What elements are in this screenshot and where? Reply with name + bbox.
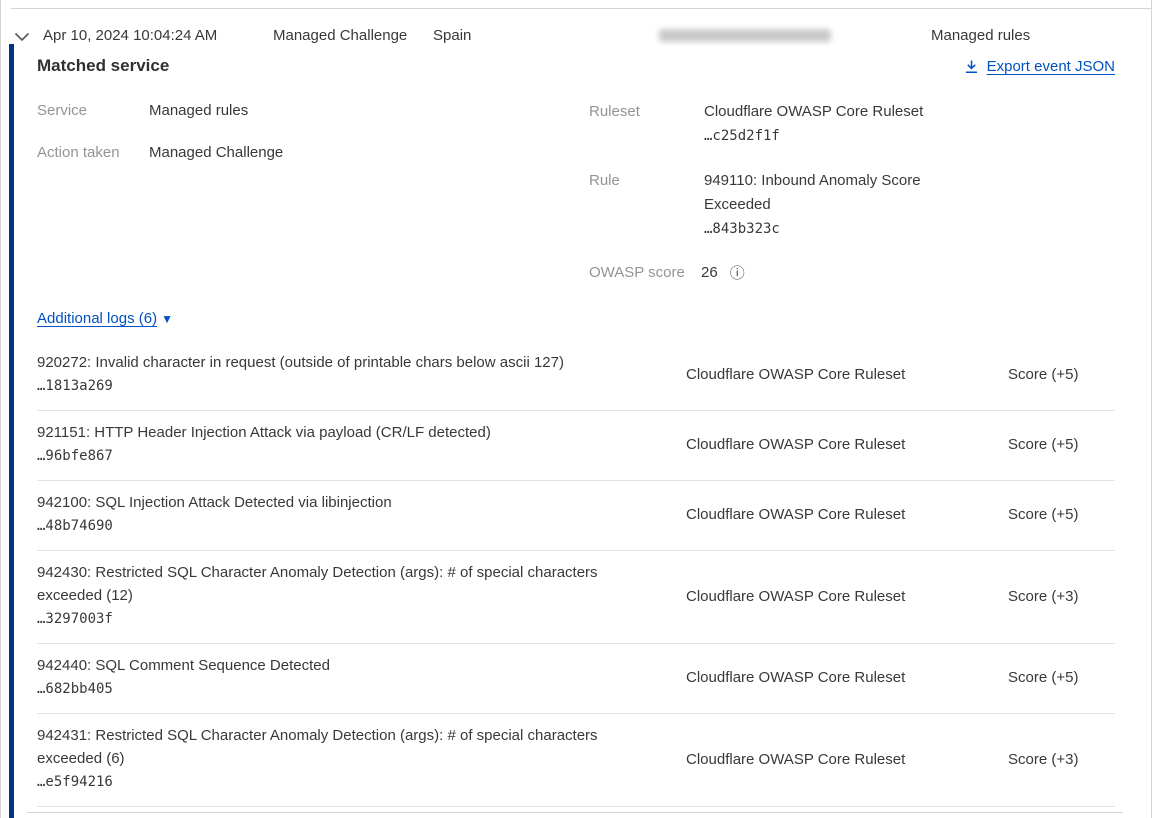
field-label: Rule bbox=[589, 169, 704, 241]
log-ruleset: Cloudflare OWASP Core Ruleset bbox=[686, 366, 1008, 383]
rule-name: 949110: Inbound Anomaly Score Exceeded bbox=[704, 169, 952, 217]
field-action-taken: Action taken Managed Challenge bbox=[37, 142, 457, 164]
service-fields: Service Managed rules Action taken Manag… bbox=[37, 100, 457, 184]
expanded-row-accent-bar bbox=[9, 44, 14, 818]
export-link-label: Export event JSON bbox=[987, 58, 1115, 75]
log-description-cell: 921151: HTTP Header Injection Attack via… bbox=[37, 421, 686, 468]
log-hash: …96bfe867 bbox=[37, 444, 624, 468]
log-score: Score (+5) bbox=[1008, 436, 1115, 453]
log-row: 921151: HTTP Header Injection Attack via… bbox=[37, 411, 1115, 481]
event-action: Managed Challenge bbox=[273, 27, 407, 44]
log-description: 942430: Restricted SQL Character Anomaly… bbox=[37, 561, 624, 607]
additional-logs-list: 920272: Invalid character in request (ou… bbox=[37, 341, 1115, 807]
log-description-cell: 920272: Invalid character in request (ou… bbox=[37, 351, 686, 398]
additional-logs-toggle[interactable]: Additional logs (6) ▼ bbox=[37, 310, 173, 327]
log-score: Score (+5) bbox=[1008, 669, 1115, 686]
field-label: Action taken bbox=[37, 142, 149, 164]
event-country: Spain bbox=[433, 27, 471, 44]
log-description-cell: 942100: SQL Injection Attack Detected vi… bbox=[37, 491, 686, 538]
owasp-score-value: 26 bbox=[701, 262, 718, 284]
log-score: Score (+5) bbox=[1008, 366, 1115, 383]
field-value: 949110: Inbound Anomaly Score Exceeded …… bbox=[704, 169, 952, 241]
event-row-header[interactable]: Apr 10, 2024 10:04:24 AM Managed Challen… bbox=[1, 9, 1151, 44]
log-ruleset: Cloudflare OWASP Core Ruleset bbox=[686, 751, 1008, 768]
log-description: 942440: SQL Comment Sequence Detected bbox=[37, 654, 624, 677]
log-description: 942431: Restricted SQL Character Anomaly… bbox=[37, 724, 624, 770]
log-row: 942431: Restricted SQL Character Anomaly… bbox=[37, 714, 1115, 807]
rule-hash: …843b323c bbox=[704, 217, 952, 241]
additional-logs-label: Additional logs (6) bbox=[37, 310, 157, 327]
log-hash: …48b74690 bbox=[37, 514, 624, 538]
log-description-cell: 942431: Restricted SQL Character Anomaly… bbox=[37, 724, 686, 794]
log-hash: …682bb405 bbox=[37, 677, 624, 701]
log-score: Score (+3) bbox=[1008, 751, 1115, 768]
info-icon[interactable]: ⓘ bbox=[730, 266, 745, 281]
log-ruleset: Cloudflare OWASP Core Ruleset bbox=[686, 669, 1008, 686]
log-ruleset: Cloudflare OWASP Core Ruleset bbox=[686, 436, 1008, 453]
log-hash: …3297003f bbox=[37, 607, 624, 631]
field-value: Managed Challenge bbox=[149, 142, 283, 164]
caret-down-icon: ▼ bbox=[161, 312, 173, 326]
log-hash: …1813a269 bbox=[37, 374, 624, 398]
event-expanded-panel: Apr 10, 2024 10:04:24 AM Managed Challen… bbox=[0, 0, 1152, 818]
log-score: Score (+3) bbox=[1008, 588, 1115, 605]
log-ruleset: Cloudflare OWASP Core Ruleset bbox=[686, 506, 1008, 523]
ruleset-hash: …c25d2f1f bbox=[704, 124, 952, 148]
chevron-down-icon[interactable] bbox=[14, 29, 30, 39]
field-value: Managed rules bbox=[149, 100, 248, 122]
field-ruleset: Ruleset Cloudflare OWASP Core Ruleset …c… bbox=[589, 100, 1009, 148]
log-score: Score (+5) bbox=[1008, 506, 1115, 523]
rule-fields: Ruleset Cloudflare OWASP Core Ruleset …c… bbox=[589, 100, 1009, 284]
field-label: Service bbox=[37, 100, 149, 122]
log-row: 942100: SQL Injection Attack Detected vi… bbox=[37, 481, 1115, 551]
log-row: 920272: Invalid character in request (ou… bbox=[37, 341, 1115, 411]
field-rule: Rule 949110: Inbound Anomaly Score Excee… bbox=[589, 169, 1009, 241]
row-bottom-border bbox=[27, 812, 1123, 813]
event-timestamp: Apr 10, 2024 10:04:24 AM bbox=[43, 27, 217, 44]
log-description-cell: 942440: SQL Comment Sequence Detected …6… bbox=[37, 654, 686, 701]
field-owasp-score: OWASP score 26 ⓘ bbox=[589, 262, 1009, 284]
redacted-value-blur bbox=[659, 29, 831, 42]
log-description-cell: 942430: Restricted SQL Character Anomaly… bbox=[37, 561, 686, 631]
field-label: OWASP score bbox=[589, 262, 701, 284]
log-description: 942100: SQL Injection Attack Detected vi… bbox=[37, 491, 624, 514]
field-value: Cloudflare OWASP Core Ruleset …c25d2f1f bbox=[704, 100, 952, 148]
log-row: 942440: SQL Comment Sequence Detected …6… bbox=[37, 644, 1115, 714]
field-label: Ruleset bbox=[589, 100, 704, 148]
matched-service-header: Matched service Export event JSON bbox=[37, 56, 1115, 80]
field-service: Service Managed rules bbox=[37, 100, 457, 122]
section-title: Matched service bbox=[37, 56, 1115, 76]
export-event-json-link[interactable]: Export event JSON bbox=[964, 58, 1115, 75]
log-ruleset: Cloudflare OWASP Core Ruleset bbox=[686, 588, 1008, 605]
log-row: 942430: Restricted SQL Character Anomaly… bbox=[37, 551, 1115, 644]
event-service: Managed rules bbox=[931, 27, 1030, 44]
log-description: 921151: HTTP Header Injection Attack via… bbox=[37, 421, 624, 444]
log-hash: …e5f94216 bbox=[37, 770, 624, 794]
download-icon bbox=[964, 59, 979, 74]
log-description: 920272: Invalid character in request (ou… bbox=[37, 351, 624, 374]
ruleset-name: Cloudflare OWASP Core Ruleset bbox=[704, 100, 952, 124]
